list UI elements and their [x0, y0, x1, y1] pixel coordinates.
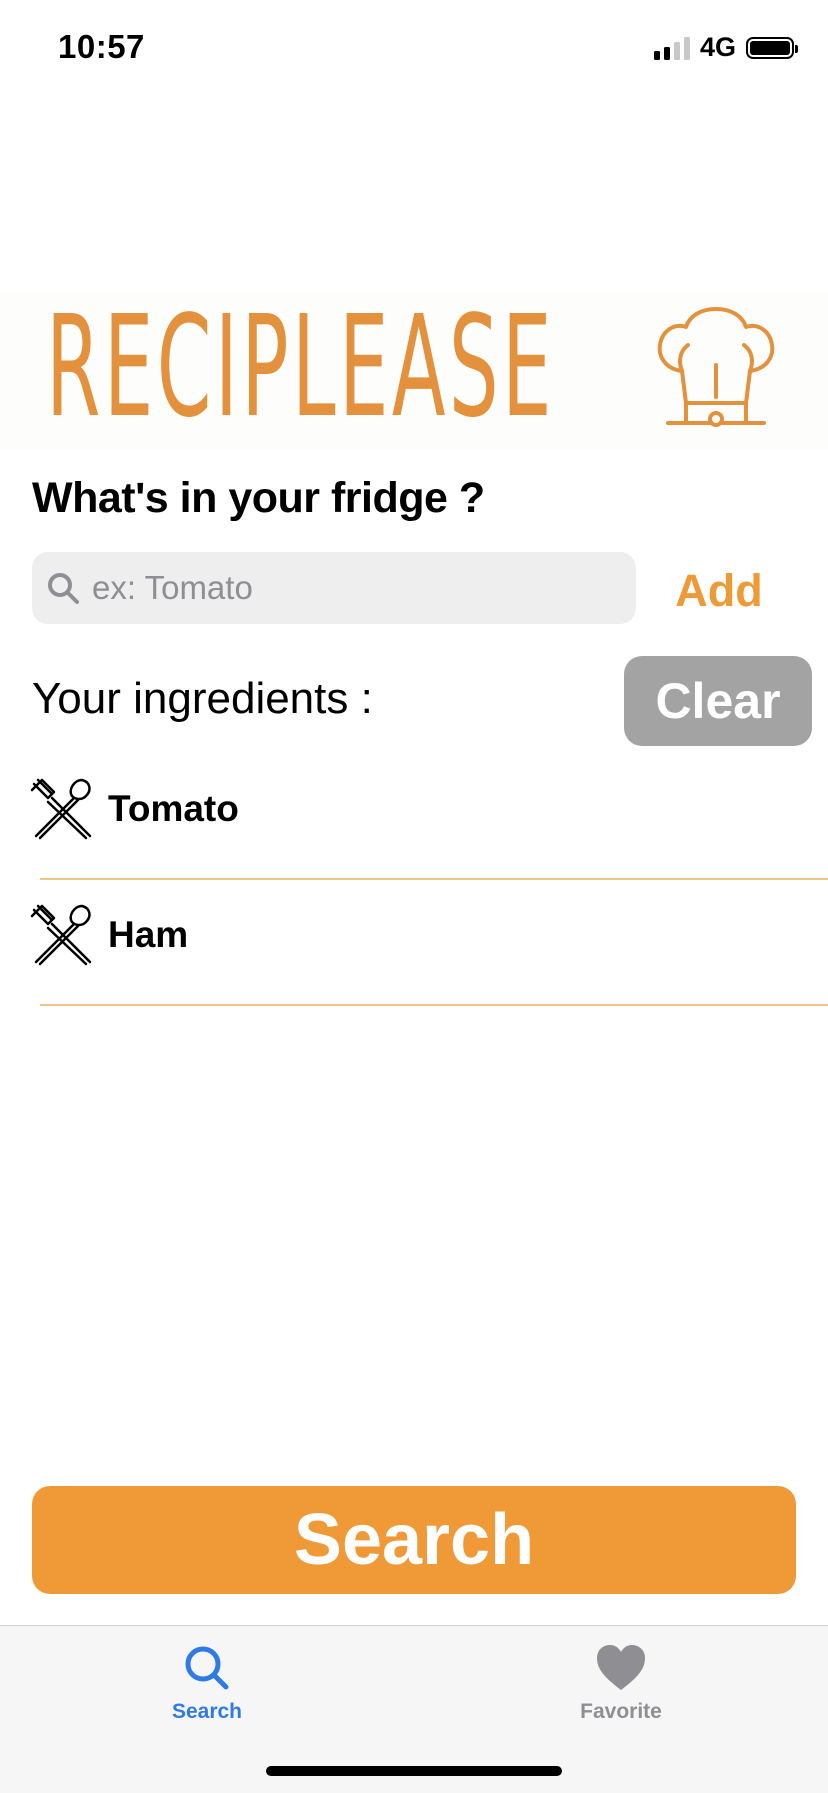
ingredient-row[interactable]: Tomato — [0, 754, 828, 880]
search-icon — [48, 573, 79, 604]
ingredient-input[interactable] — [90, 568, 594, 608]
ingredients-header: Your ingredients : — [32, 674, 373, 723]
add-button[interactable]: Add — [664, 560, 774, 622]
fork-spoon-icon — [30, 778, 92, 840]
status-indicators: 4G — [653, 32, 798, 63]
tab-favorite[interactable]: Favorite — [521, 1642, 721, 1724]
network-type: 4G — [699, 32, 736, 62]
page-title: What's in your fridge ? — [32, 474, 485, 522]
ingredient-row[interactable]: Ham — [0, 880, 828, 1006]
row-separator — [40, 1004, 828, 1006]
search-icon — [185, 1646, 229, 1690]
battery-icon — [746, 36, 798, 59]
ingredient-name: Tomato — [108, 788, 239, 829]
home-indicator — [266, 1766, 562, 1776]
signal-icon — [653, 36, 690, 60]
heart-icon — [597, 1645, 645, 1690]
fork-spoon-icon — [30, 904, 92, 966]
search-recipes-button[interactable]: Search — [32, 1486, 796, 1594]
tab-search[interactable]: Search — [107, 1642, 307, 1724]
app-logo-text: RECIPLEASE — [46, 286, 555, 449]
tab-label: Favorite — [580, 1700, 662, 1723]
status-time: 10:57 — [58, 28, 145, 65]
ingredient-name: Ham — [108, 914, 189, 955]
chef-hat-icon — [657, 307, 775, 427]
tab-label: Search — [171, 1700, 243, 1723]
clear-button[interactable]: Clear — [624, 656, 812, 746]
ingredient-search-field[interactable] — [32, 552, 636, 624]
